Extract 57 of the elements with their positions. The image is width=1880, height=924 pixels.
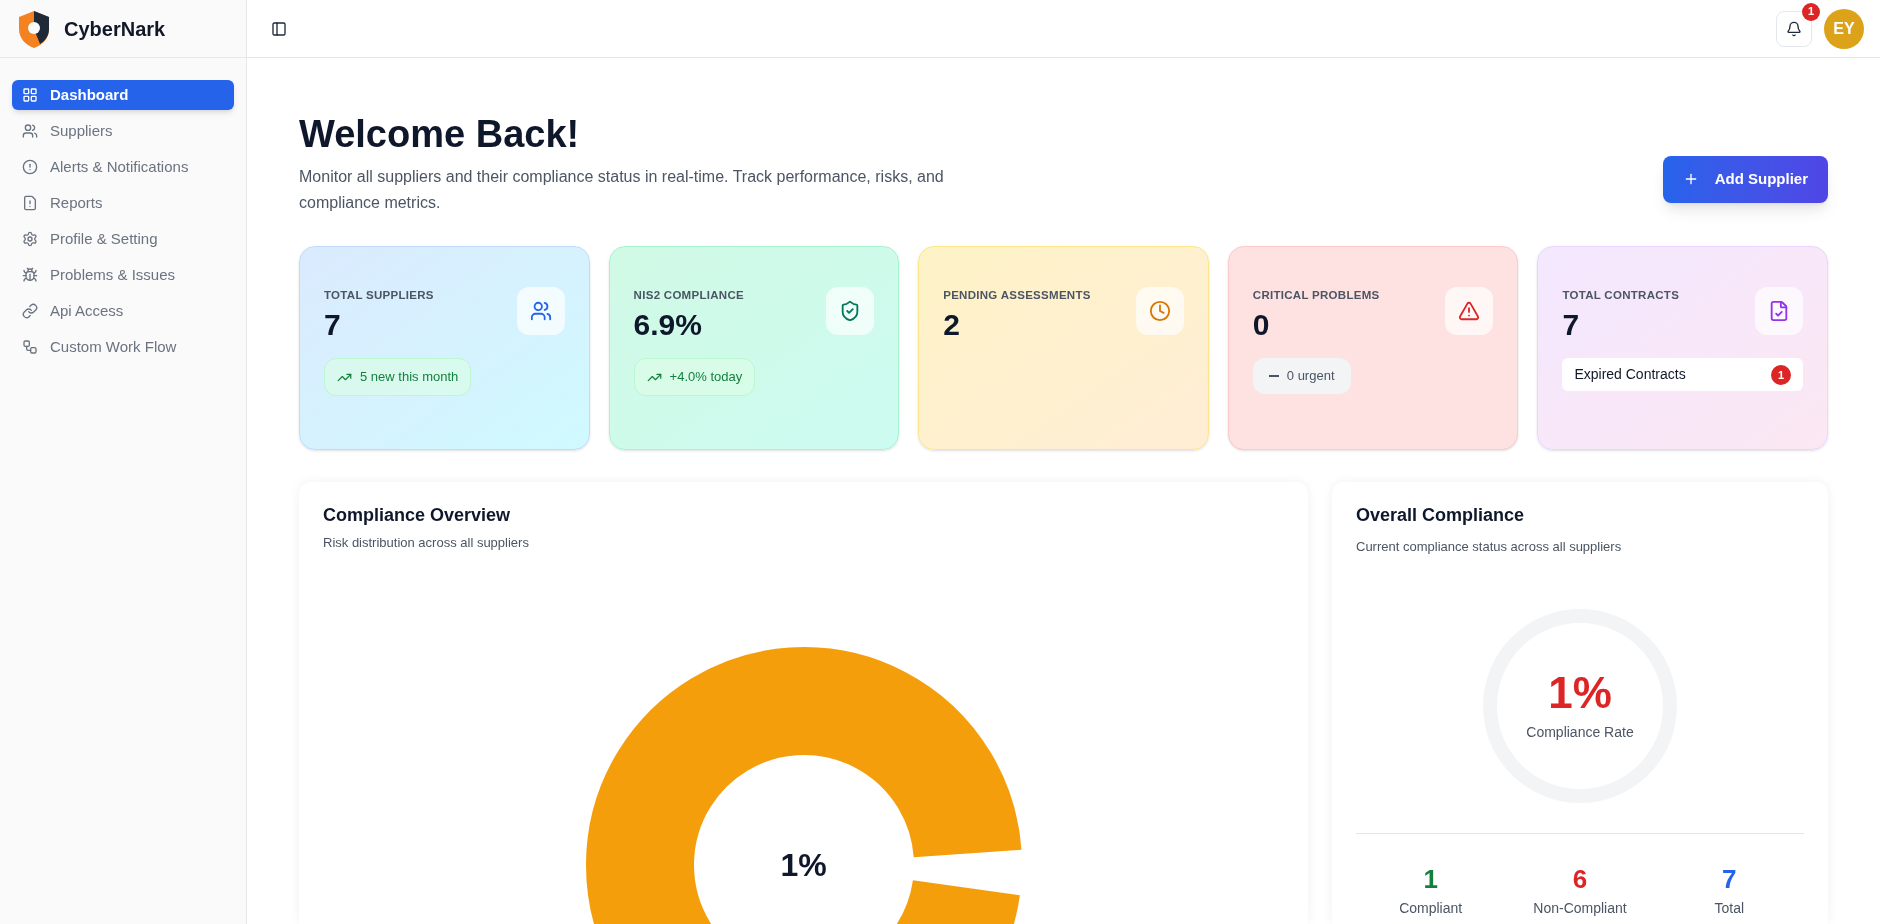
stat-value: 6.9%	[633, 308, 703, 343]
stat-value: 7	[324, 308, 342, 343]
sidebar-item[interactable]: Dashboard	[12, 80, 234, 110]
sidebar-item[interactable]: Api Access	[12, 296, 234, 326]
grid-icon	[22, 87, 38, 103]
file-warning-icon	[22, 195, 38, 211]
add-supplier-button[interactable]: Add Supplier	[1662, 156, 1828, 203]
panel-subtitle: Current compliance status across all suppliers	[1356, 538, 1623, 556]
donut-center-label: 1%	[780, 845, 827, 885]
stat-title: TOTAL SUPPLIERS	[324, 288, 434, 303]
shield-logo-icon	[16, 8, 52, 49]
sidebar-item[interactable]: Problems & Issues	[12, 260, 234, 290]
stat-label: Non-Compliant	[1533, 898, 1627, 918]
expired-contracts-row[interactable]: Expired Contracts 1	[1562, 358, 1803, 392]
brand-name: CyberNark	[64, 16, 166, 42]
workflow-icon	[22, 339, 38, 355]
settings-icon	[22, 231, 38, 247]
stat-title: CRITICAL PROBLEMS	[1252, 288, 1380, 303]
sidebar-item[interactable]: Reports	[12, 188, 234, 218]
alert-circle-icon	[22, 159, 38, 175]
file-check-icon	[1768, 300, 1790, 322]
users-icon	[22, 123, 38, 139]
stat-title: NIS2 COMPLIANCE	[633, 288, 744, 303]
bug-icon	[22, 267, 38, 283]
stat-label: Compliant	[1399, 898, 1463, 918]
sidebar-item[interactable]: Custom Work Flow	[12, 332, 234, 362]
sidebar-panel-icon	[271, 20, 287, 37]
dash-icon	[1268, 375, 1279, 377]
panel-title: Compliance Overview	[323, 504, 512, 527]
trend-badge: 5 new this month	[324, 358, 472, 396]
stat-title: PENDING ASSESSMENTS	[943, 288, 1091, 303]
stat-number: 7	[1722, 863, 1737, 894]
notification-count: 1	[1802, 2, 1820, 21]
stat-value: 2	[943, 308, 961, 343]
count-badge: 1	[1771, 364, 1791, 385]
bell-icon	[1786, 20, 1802, 37]
link-icon	[22, 303, 38, 319]
sidebar-item[interactable]: Suppliers	[12, 116, 234, 146]
warning-icon	[1458, 300, 1481, 322]
compliance-rate-label: Compliance Rate	[1526, 723, 1634, 742]
page-title: Welcome Back!	[299, 112, 581, 157]
sidebar-item[interactable]: Profile & Setting	[12, 224, 234, 254]
compliance-rate: 1%	[1548, 668, 1612, 718]
clock-icon	[1148, 300, 1171, 322]
sidebar-item[interactable]: Alerts & Notifications	[12, 152, 234, 182]
panel-subtitle: Risk distribution across all suppliers	[323, 534, 530, 552]
stat-title: TOTAL CONTRACTS	[1562, 288, 1680, 303]
trend-badge: +4.0% today	[633, 358, 756, 396]
page-subtitle: Monitor all suppliers and their compliance status in real-time. Track performance, risks, and compliance metrics.	[299, 167, 945, 213]
stat-label: Total	[1714, 898, 1745, 918]
users-icon	[529, 300, 552, 322]
urgent-badge: 0 urgent	[1252, 358, 1351, 394]
stat-number: 1	[1423, 863, 1438, 894]
stat-value: 7	[1562, 308, 1581, 343]
panel-title: Overall Compliance	[1356, 504, 1526, 527]
stat-value: 0	[1252, 308, 1271, 343]
stat-number: 6	[1572, 863, 1588, 894]
